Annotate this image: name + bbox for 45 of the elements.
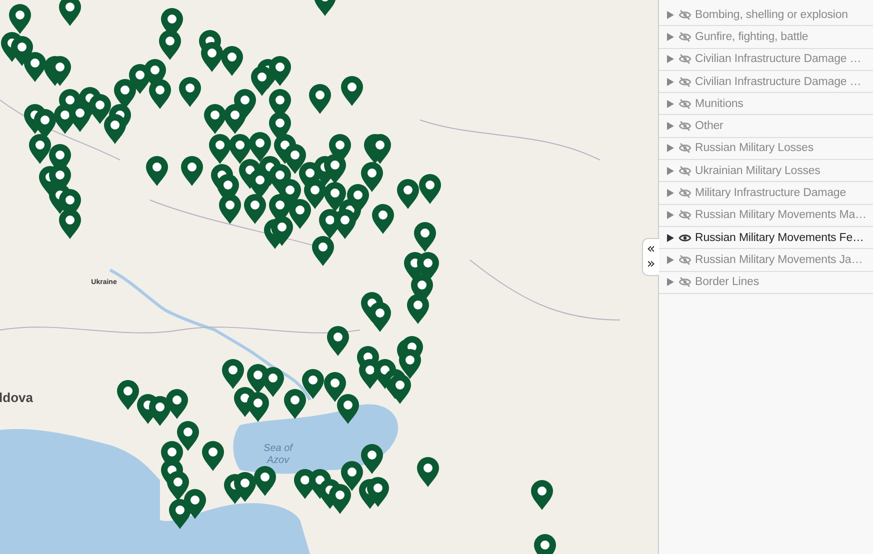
eye-slash-icon[interactable] (679, 76, 691, 87)
layer-label: Gunfire, fighting, battle (695, 30, 808, 43)
layer-label: Civilian Infrastructure Damage … (695, 53, 862, 66)
eye-slash-icon[interactable] (679, 98, 691, 109)
layer-item[interactable]: Border Lines (659, 272, 873, 294)
layer-label: Russian Military Movements Ma… (695, 209, 866, 222)
layer-label: Bombing, shelling or explosion (695, 8, 848, 21)
panel-toggle-button[interactable]: « » (642, 238, 659, 276)
layer-label: Munitions (695, 98, 744, 110)
layer-label: Other (695, 120, 724, 132)
layer-label: Military Infrastructure Damage (695, 187, 846, 200)
layer-item[interactable]: Gunfire, fighting, battle (659, 26, 873, 49)
eye-slash-icon[interactable] (679, 188, 691, 198)
map-label: Sea of (264, 443, 292, 454)
layer-item[interactable]: Military Infrastructure Damage (659, 182, 873, 205)
eye-slash-icon[interactable] (679, 254, 691, 265)
map-label: ldova (0, 390, 33, 405)
eye-slash-icon[interactable] (679, 32, 691, 42)
layer-item[interactable]: Civilian Infrastructure Damage … (659, 70, 873, 94)
expand-caret-icon[interactable] (667, 234, 674, 242)
map-label: Azov (266, 455, 290, 466)
layer-item[interactable]: Other (659, 115, 873, 138)
eye-slash-icon[interactable] (679, 121, 691, 132)
eye-slash-icon[interactable] (679, 210, 691, 220)
layer-item[interactable]: Russian Military Movements Ma… (659, 204, 873, 227)
eye-icon[interactable] (679, 232, 691, 243)
layer-label: Russian Military Losses (695, 142, 814, 154)
eye-slash-icon[interactable] (679, 10, 691, 20)
layer-label: Russian Military Movements Ja… (695, 254, 863, 266)
layer-label: Ukrainian Military Losses (695, 164, 820, 177)
eye-slash-icon[interactable] (679, 143, 691, 154)
layer-label: Civilian Infrastructure Damage … (695, 76, 862, 88)
layer-item[interactable]: Munitions (659, 93, 873, 116)
layer-label: Border Lines (695, 276, 760, 288)
layer-item[interactable]: Bombing, shelling or explosion (659, 4, 873, 26)
layer-item[interactable]: Civilian Infrastructure Damage … (659, 48, 873, 71)
map-markers-drawing[interactable] (1, 0, 556, 554)
layer-item[interactable]: Ukrainian Military Losses (659, 160, 873, 182)
layer-item[interactable]: Russian Military Movements Fe… (659, 226, 873, 250)
eye-slash-icon[interactable] (679, 277, 691, 288)
layer-label: Russian Military Movements Fe… (695, 232, 864, 244)
layer-item[interactable]: Russian Military Movements Ja… (659, 249, 873, 272)
eye-slash-icon[interactable] (679, 54, 691, 64)
eye-slash-icon[interactable] (679, 166, 691, 176)
layer-item[interactable]: Russian Military Losses (659, 138, 873, 160)
